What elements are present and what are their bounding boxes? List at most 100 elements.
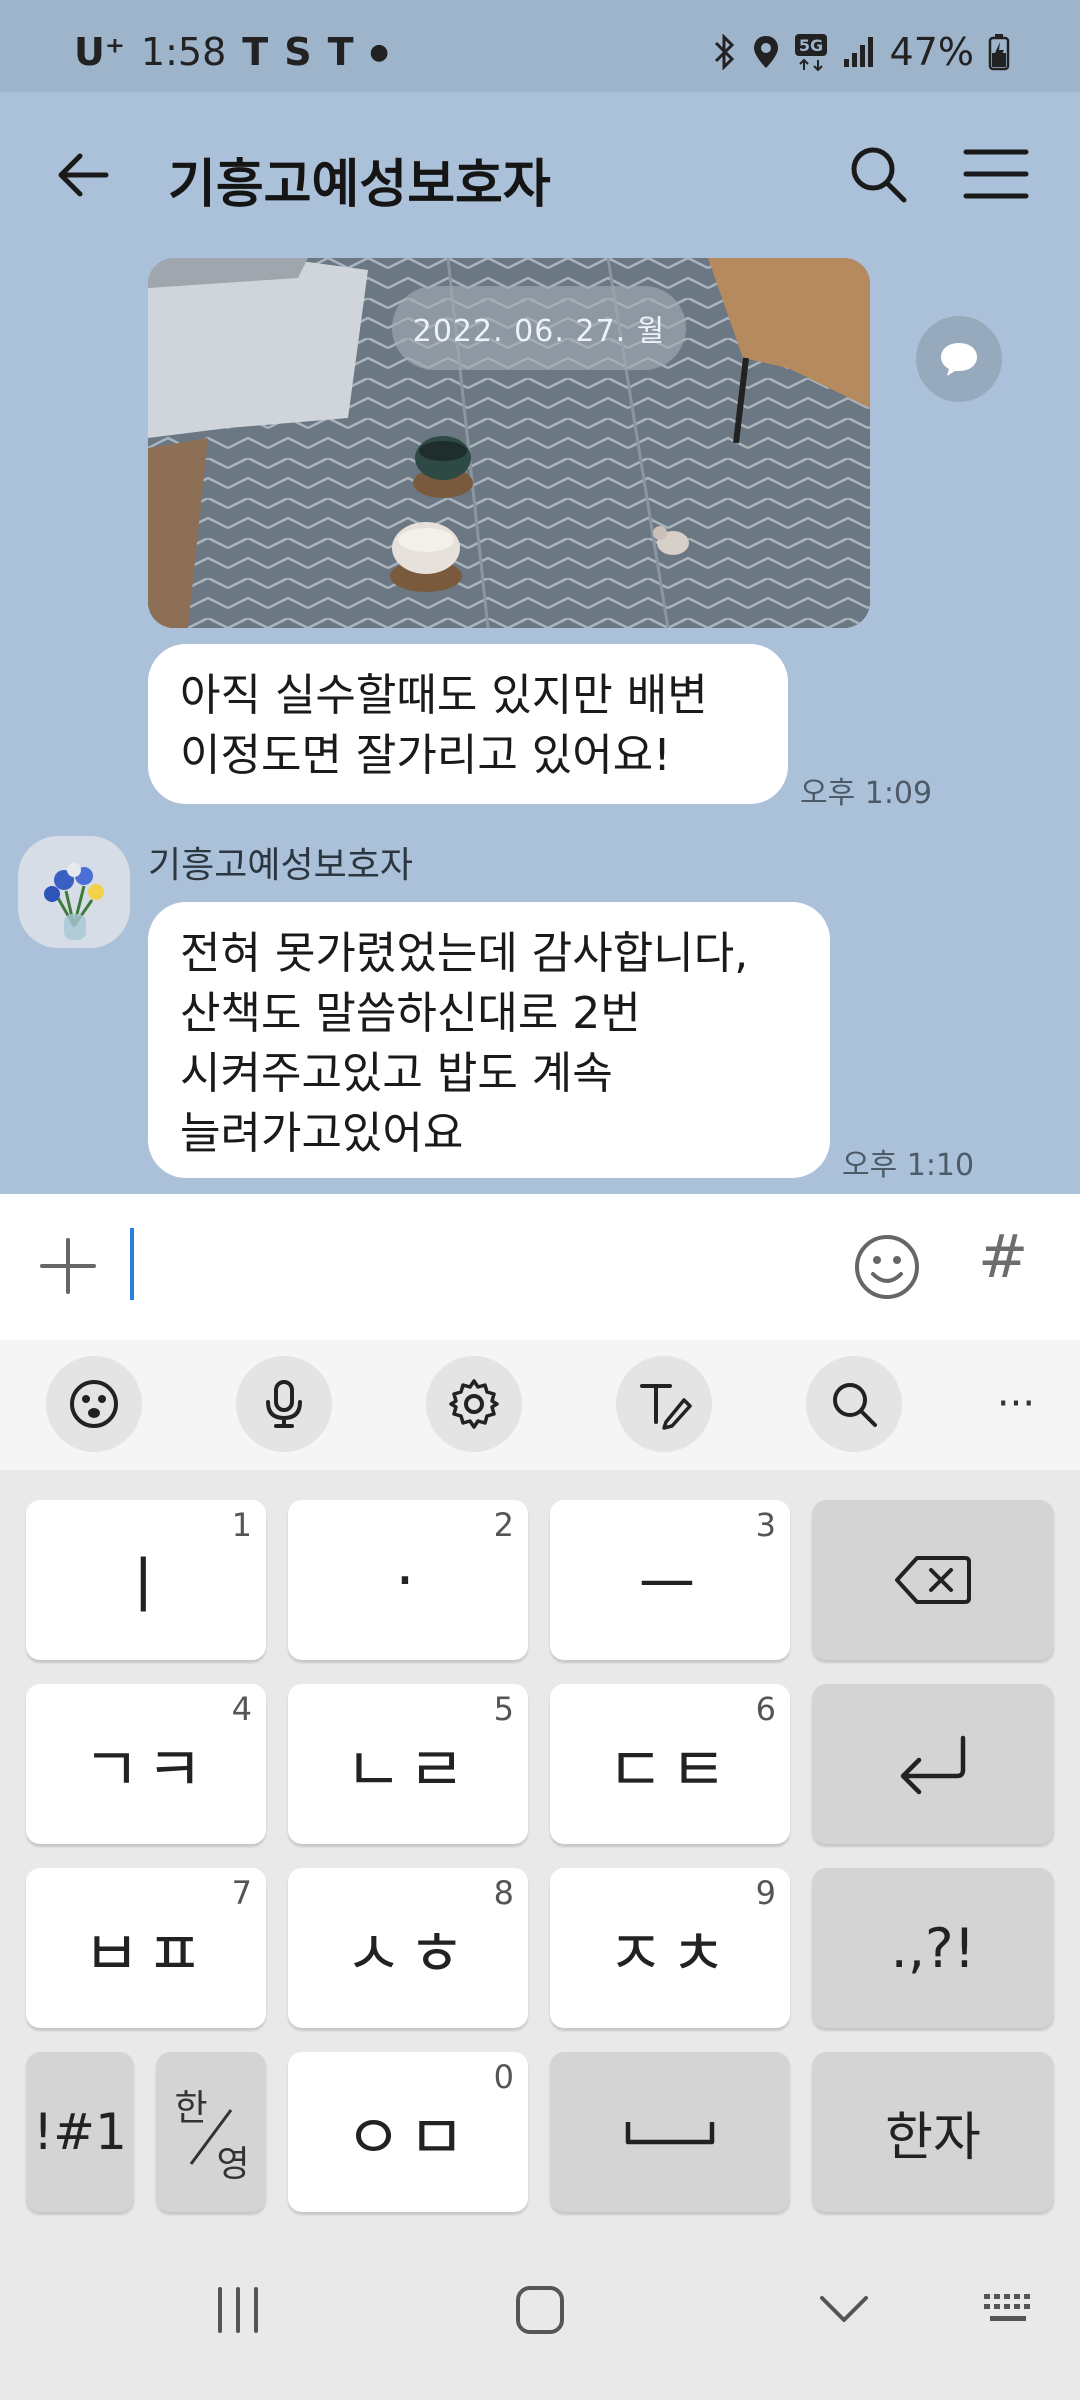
message-input-bar: # xyxy=(0,1194,1080,1340)
handwriting-icon xyxy=(640,1384,692,1430)
status-left: U⁺ 1:58 T S T ● xyxy=(74,30,389,74)
recent-apps-button[interactable] xyxy=(198,2270,278,2350)
notification-icon-t2: T xyxy=(327,30,354,74)
bluetooth-icon xyxy=(712,34,738,70)
punctuation-key[interactable]: .,?! xyxy=(812,1868,1054,2028)
hanja-key[interactable]: 한자 xyxy=(812,2052,1054,2212)
symbols-key[interactable]: !#1 xyxy=(26,2052,134,2212)
lang-top: 한 xyxy=(174,2088,207,2129)
keyboard: ㅣ 1 · 2 ㅡ 3 ㄱㅋ 4 ㄴㄹ 5 ㄷㅌ 6 ㅂㅍ 7 ㅅㅎ 8 ㅈㅊ … xyxy=(0,1470,1080,2220)
key-digeut-tieut[interactable]: ㄷㅌ 6 xyxy=(550,1684,790,1844)
lang-bottom: 영 xyxy=(216,2144,249,2185)
key-label: ㅇㅁ xyxy=(344,2101,472,2174)
chat-title: 기흥고예성보호자 xyxy=(168,155,551,215)
emoji-icon xyxy=(70,1380,118,1428)
key-bieup-pieup[interactable]: ㅂㅍ 7 xyxy=(26,1868,266,2028)
mic-icon xyxy=(266,1380,302,1428)
search-icon xyxy=(833,1383,877,1427)
key-siot-hieut[interactable]: ㅅㅎ 8 xyxy=(288,1868,528,2028)
back-arrow-icon xyxy=(58,153,109,197)
key-label: .,?! xyxy=(890,1916,976,1980)
flower-vase-avatar-image xyxy=(18,836,130,948)
svg-text:5G: 5G xyxy=(798,36,822,55)
keyboard-icon xyxy=(984,2294,1030,2321)
handwriting-button[interactable] xyxy=(616,1356,712,1452)
smiley-icon xyxy=(855,1235,919,1299)
key-label: ㅣ xyxy=(114,1549,178,1622)
chat-bubble-icon xyxy=(941,343,977,376)
key-hint: 5 xyxy=(493,1690,514,1728)
date-divider: 2022. 06. 27. 월 xyxy=(392,286,686,370)
signal-icon xyxy=(842,35,876,69)
key-label: ㄱㅋ xyxy=(82,1733,210,1806)
key-label: · xyxy=(395,1543,421,1617)
emoticon-button[interactable] xyxy=(852,1232,922,1302)
key-hint: 6 xyxy=(755,1690,776,1728)
key-hint: 1 xyxy=(231,1506,252,1544)
lang-toggle-graphic: 한 영 xyxy=(174,2088,249,2185)
key-jieut-chieut[interactable]: ㅈㅊ 9 xyxy=(550,1868,790,2028)
space-icon xyxy=(625,2122,715,2145)
more-options-button[interactable]: ··· xyxy=(968,1356,1064,1452)
key-nieun-rieul[interactable]: ㄴㄹ 5 xyxy=(288,1684,528,1844)
key-hint: 0 xyxy=(493,2058,514,2096)
battery-icon xyxy=(988,33,1010,71)
home-button[interactable] xyxy=(500,2270,580,2350)
attach-button[interactable] xyxy=(36,1234,100,1298)
keyboard-switch-button[interactable] xyxy=(970,2270,1050,2350)
key-vowel-eu[interactable]: ㅡ 3 xyxy=(550,1500,790,1660)
chat-header: 기흥고예성보호자 xyxy=(0,92,1080,258)
plus-icon xyxy=(40,1238,96,1294)
notification-icon-t: T xyxy=(242,30,269,74)
key-ieung-mieum[interactable]: ㅇㅁ 0 xyxy=(288,2052,528,2212)
chevron-down-icon xyxy=(820,2296,868,2322)
key-label: ㅡ xyxy=(638,1549,702,1622)
keyboard-settings-button[interactable] xyxy=(426,1356,522,1452)
key-label: ㄷㅌ xyxy=(606,1733,734,1806)
backspace-key[interactable] xyxy=(812,1500,1054,1660)
hashtag-button[interactable]: # xyxy=(978,1222,1028,1292)
space-key[interactable] xyxy=(550,2052,790,2212)
voice-input-button[interactable] xyxy=(236,1356,332,1452)
backspace-icon xyxy=(895,1556,971,1604)
notification-dot-icon: ● xyxy=(369,39,389,65)
share-button[interactable] xyxy=(916,316,1002,402)
search-icon xyxy=(851,147,907,203)
network-5g-icon: 5G xyxy=(794,32,828,72)
menu-button[interactable] xyxy=(962,144,1030,204)
key-label: !#1 xyxy=(33,2103,127,2161)
hide-keyboard-button[interactable] xyxy=(804,2270,884,2350)
enter-key[interactable] xyxy=(812,1684,1054,1844)
notification-icon-s: S xyxy=(284,30,312,74)
recent-apps-icon xyxy=(218,2287,258,2333)
sender-avatar[interactable] xyxy=(18,836,130,948)
language-toggle-key[interactable]: 한 영 xyxy=(156,2052,266,2212)
text-caret xyxy=(130,1228,134,1300)
status-time: 1:58 xyxy=(140,30,227,74)
home-icon xyxy=(516,2286,564,2334)
key-giyeok-kieuk[interactable]: ㄱㅋ 4 xyxy=(26,1684,266,1844)
message-bubble-received[interactable]: 전혀 못가렸었는데 감사합니다, 산책도 말씀하신대로 2번 시켜주고있고 밥도… xyxy=(148,902,830,1178)
keyboard-emoji-button[interactable] xyxy=(46,1356,142,1452)
location-icon xyxy=(752,34,780,70)
settings-icon xyxy=(449,1379,499,1429)
back-button[interactable] xyxy=(52,142,118,208)
message-time: 오후 1:09 xyxy=(800,776,933,811)
key-hint: 4 xyxy=(231,1690,252,1728)
message-input[interactable] xyxy=(124,1224,824,1310)
key-hint: 7 xyxy=(231,1874,252,1912)
enter-icon xyxy=(900,1735,966,1795)
message-bubble-sent[interactable]: 아직 실수할때도 있지만 배변 이정도면 잘가리고 있어요! xyxy=(148,644,788,804)
keyboard-search-button[interactable] xyxy=(806,1356,902,1452)
battery-percent: 47% xyxy=(889,30,974,74)
key-label: ㅈㅊ xyxy=(606,1917,734,1990)
key-hint: 2 xyxy=(493,1506,514,1544)
key-vowel-i[interactable]: ㅣ 1 xyxy=(26,1500,266,1660)
status-bar: U⁺ 1:58 T S T ● 5G 47% xyxy=(0,0,1080,92)
key-label: 한자 xyxy=(885,2107,981,2168)
key-vowel-dot[interactable]: · 2 xyxy=(288,1500,528,1660)
search-button[interactable] xyxy=(846,142,910,206)
navigation-bar xyxy=(0,2220,1080,2400)
sender-name: 기흥고예성보호자 xyxy=(148,845,413,886)
key-label: ㅅㅎ xyxy=(344,1917,472,1990)
